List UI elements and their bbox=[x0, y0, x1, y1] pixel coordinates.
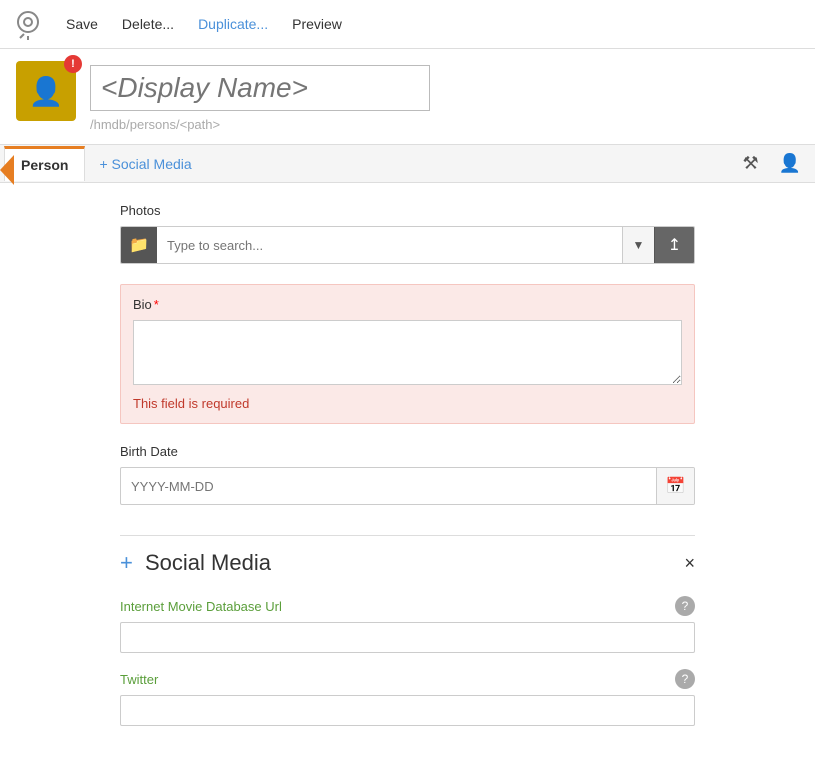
social-media-close-btn[interactable]: × bbox=[684, 553, 695, 574]
birth-date-label: Birth Date bbox=[120, 444, 695, 459]
path-text: /hmdb/persons/<path> bbox=[90, 117, 430, 132]
calendar-icon-btn[interactable]: 📅 bbox=[656, 468, 694, 504]
social-media-title-text: Social Media bbox=[145, 550, 271, 575]
photos-field: Photos 📁 ▼ ↥ bbox=[120, 203, 695, 264]
settings-icon[interactable]: ⚒ bbox=[732, 145, 768, 182]
bio-error-message: This field is required bbox=[133, 396, 682, 411]
birth-date-input[interactable] bbox=[121, 471, 656, 502]
imdb-url-input[interactable] bbox=[120, 622, 695, 653]
twitter-field: Twitter ? bbox=[120, 669, 695, 726]
delete-button[interactable]: Delete... bbox=[112, 12, 184, 36]
preview-button[interactable]: Preview bbox=[282, 12, 352, 36]
photos-search-input[interactable] bbox=[157, 232, 622, 259]
social-media-title: + Social Media bbox=[120, 550, 271, 576]
photos-label: Photos bbox=[120, 203, 695, 218]
social-media-plus: + bbox=[120, 550, 133, 575]
photos-upload-btn[interactable]: ↥ bbox=[654, 227, 694, 263]
birth-date-field: Birth Date 📅 bbox=[120, 444, 695, 505]
bio-label: Bio* bbox=[133, 297, 682, 312]
imdb-help-icon[interactable]: ? bbox=[675, 596, 695, 616]
imdb-url-label-row: Internet Movie Database Url ? bbox=[120, 596, 695, 616]
twitter-label: Twitter bbox=[120, 672, 158, 687]
bio-input[interactable] bbox=[133, 320, 682, 385]
imdb-url-label: Internet Movie Database Url bbox=[120, 599, 282, 614]
toolbar: Save Delete... Duplicate... Preview bbox=[0, 0, 815, 49]
error-badge: ! bbox=[64, 55, 82, 73]
date-input-row: 📅 bbox=[120, 467, 695, 505]
tab-social-media[interactable]: + Social Media bbox=[85, 148, 205, 180]
app-logo bbox=[12, 8, 44, 40]
save-button[interactable]: Save bbox=[56, 12, 108, 36]
twitter-help-icon[interactable]: ? bbox=[675, 669, 695, 689]
social-media-section: + Social Media × Internet Movie Database… bbox=[120, 535, 695, 726]
person-icon: 👤 bbox=[29, 75, 64, 108]
imdb-url-field: Internet Movie Database Url ? bbox=[120, 596, 695, 653]
twitter-label-row: Twitter ? bbox=[120, 669, 695, 689]
twitter-input[interactable] bbox=[120, 695, 695, 726]
user-add-icon[interactable]: 👤 bbox=[769, 145, 811, 182]
avatar: 👤 ! bbox=[16, 61, 76, 121]
bio-required-star: * bbox=[154, 297, 159, 312]
path-placeholder: <path> bbox=[180, 117, 221, 132]
path-base: /hmdb/persons/ bbox=[90, 117, 180, 132]
social-media-header: + Social Media × bbox=[120, 550, 695, 576]
main-content: Photos 📁 ▼ ↥ Bio* This field is required… bbox=[0, 183, 815, 762]
tab-person[interactable]: Person bbox=[4, 146, 85, 181]
bio-section: Bio* This field is required bbox=[120, 284, 695, 424]
display-name-input[interactable] bbox=[90, 65, 430, 111]
folder-icon: 📁 bbox=[121, 227, 157, 263]
photos-row: 📁 ▼ ↥ bbox=[120, 226, 695, 264]
duplicate-button[interactable]: Duplicate... bbox=[188, 12, 278, 36]
tabs-bar: Person + Social Media ⚒ 👤 bbox=[0, 144, 815, 183]
photos-dropdown-btn[interactable]: ▼ bbox=[622, 227, 654, 263]
